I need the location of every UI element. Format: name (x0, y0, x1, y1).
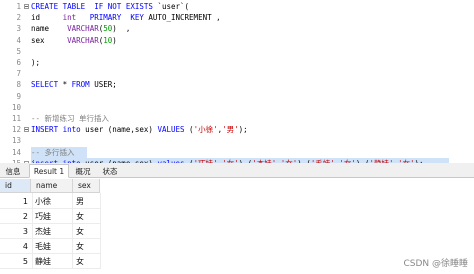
fold-toggle-icon[interactable] (24, 4, 29, 9)
cell-id[interactable]: 2 (0, 209, 31, 224)
code-token: '男' (222, 125, 239, 135)
code-token: ( (184, 125, 194, 135)
code-token: 10 (103, 35, 113, 45)
column-header-sex[interactable]: sex (73, 179, 100, 193)
code-token: PRIMARY KEY (89, 13, 144, 23)
column-header-name[interactable]: name (31, 179, 73, 193)
tab-info[interactable]: 信息 (2, 164, 24, 178)
cell-id[interactable]: 5 (0, 254, 31, 269)
watermark-text: CSDN @徐睡睡 (403, 259, 468, 269)
code-token: CREATE TABLE IF NOT EXISTS (31, 2, 158, 11)
tab-status[interactable]: 状态 (99, 164, 121, 178)
code-token: SELECT (31, 80, 59, 90)
code-token: id (31, 13, 63, 23)
code-token: int (62, 13, 77, 23)
result-tab-bar: 信息 Result 1 概况 状态 (0, 163, 474, 178)
code-token: '小徐' (193, 125, 218, 135)
code-token: FROM (71, 80, 90, 90)
code-token: AUTO_INCREMENT , (143, 13, 221, 23)
column-divider (100, 193, 101, 269)
table-row[interactable]: 1 小徐 男 (0, 194, 100, 209)
table-row[interactable]: 4 毛娃 女 (0, 239, 100, 254)
cell-name[interactable]: 杰娃 (33, 224, 71, 239)
line-number: 7 (16, 69, 21, 79)
code-token: 50 (103, 24, 113, 34)
fold-toggle-icon[interactable] (24, 127, 29, 133)
line-number: 6 (16, 58, 21, 67)
table-row[interactable]: 2 巧娃 女 (0, 209, 100, 224)
code-line[interactable]: ); (31, 57, 40, 68)
line-number: 11 (11, 114, 21, 123)
code-line[interactable]: INSERT into user (name,sex) VALUES ('小徐'… (31, 124, 248, 135)
table-row[interactable]: 3 杰娃 女 (0, 224, 100, 239)
line-number: 10 (11, 102, 21, 112)
cell-name[interactable]: 静娃 (33, 254, 71, 269)
code-token: -- 多行插入 (31, 147, 75, 157)
cell-sex[interactable]: 女 (73, 254, 100, 269)
cell-sex[interactable]: 女 (73, 239, 100, 254)
line-number-gutter: 123456789101112131415 (0, 0, 31, 168)
line-number: 9 (16, 91, 21, 101)
table-row[interactable]: 5 静娃 女 (0, 254, 100, 269)
code-token: name (31, 24, 68, 34)
line-number: 1 (16, 2, 21, 11)
code-token: VARCHAR (67, 35, 99, 45)
cell-id[interactable]: 4 (0, 239, 31, 254)
code-token: * (58, 80, 72, 90)
code-token: ); (31, 58, 41, 67)
code-token: ) , (112, 24, 131, 34)
code-token: user (name,sex) (80, 125, 158, 135)
code-line[interactable]: -- 多行插入 (31, 147, 75, 158)
line-number: 5 (16, 46, 21, 56)
line-number: 8 (16, 80, 21, 90)
cell-sex[interactable]: 男 (73, 194, 100, 209)
code-token: ); (238, 125, 248, 135)
line-number: 2 (16, 13, 21, 23)
code-area[interactable]: CREATE TABLE IF NOT EXISTS `user`(id int… (31, 0, 474, 168)
cell-name[interactable]: 巧娃 (33, 209, 71, 224)
cell-id[interactable]: 3 (0, 224, 31, 239)
code-line[interactable]: SELECT * FROM USER; (31, 79, 117, 90)
code-token: USER; (89, 80, 117, 90)
code-line[interactable]: id int PRIMARY KEY AUTO_INCREMENT , (31, 12, 221, 23)
line-number: 13 (11, 136, 21, 146)
code-token: VARCHAR (67, 24, 99, 34)
line-number: 3 (16, 24, 21, 34)
code-token: `user`( (157, 2, 190, 11)
tab-result-1[interactable]: Result 1 (29, 164, 69, 178)
line-number: 4 (16, 35, 21, 45)
column-header-id[interactable]: id (0, 179, 31, 193)
code-line[interactable]: -- 新增练习 单行插入 (31, 113, 109, 124)
code-token: VALUES (157, 125, 185, 135)
cell-sex[interactable]: 女 (73, 209, 100, 224)
code-token: ) (112, 35, 117, 45)
code-line[interactable]: CREATE TABLE IF NOT EXISTS `user`( (31, 1, 189, 12)
cell-sex[interactable]: 女 (73, 224, 100, 239)
cell-name[interactable]: 毛娃 (33, 239, 71, 254)
code-line[interactable]: sex VARCHAR(10) (31, 35, 117, 46)
line-number: 12 (11, 125, 21, 135)
cell-name[interactable]: 小徐 (33, 194, 71, 209)
code-token: sex (31, 35, 68, 45)
code-token: INSERT into (31, 125, 81, 135)
code-token: -- 新增练习 单行插入 (31, 114, 110, 123)
cell-id[interactable]: 1 (0, 194, 31, 209)
line-number: 14 (11, 147, 21, 157)
sql-editor[interactable]: 123456789101112131415 CREATE TABLE IF NO… (0, 0, 474, 169)
code-line[interactable]: name VARCHAR(50) , (31, 23, 130, 34)
tab-profile[interactable]: 概况 (72, 164, 94, 178)
